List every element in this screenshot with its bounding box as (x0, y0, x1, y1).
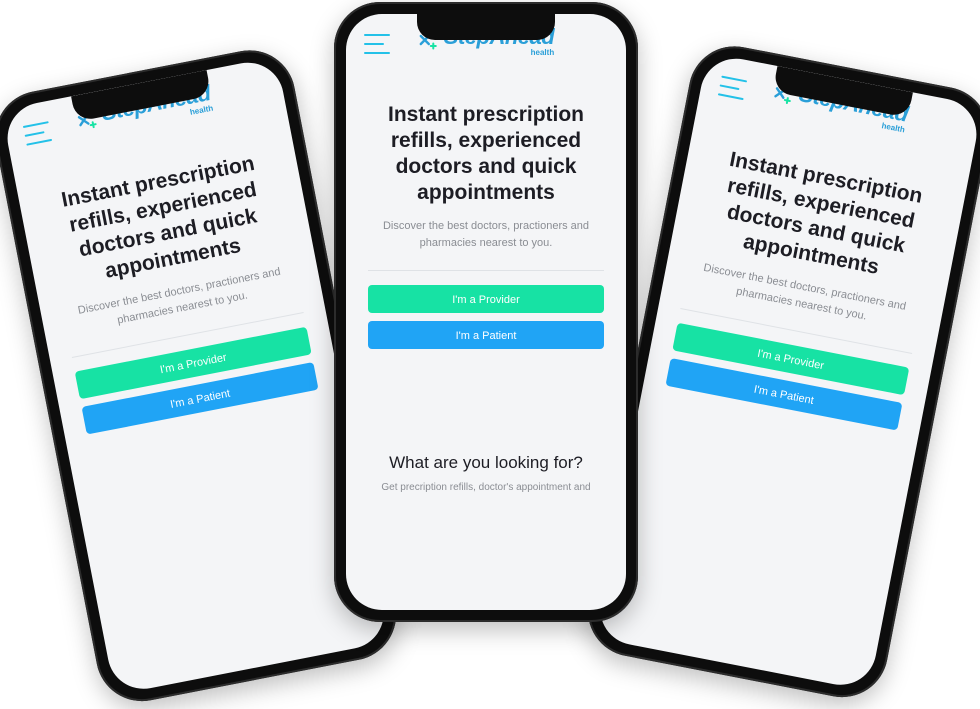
hero-section: Instant prescription refills, experience… (18, 143, 340, 439)
phone-screen: StepAhead health Instant prescription re… (594, 52, 980, 691)
app-header: StepAhead health (697, 52, 980, 160)
provider-button[interactable]: I'm a Provider (368, 285, 604, 313)
hero-section: Instant prescription refills, experience… (346, 102, 626, 495)
menu-icon[interactable] (22, 121, 53, 146)
divider (368, 270, 604, 271)
hero-subtitle: Discover the best doctors, practioners a… (382, 220, 590, 249)
patient-button[interactable]: I'm a Patient (368, 321, 604, 349)
hero-section: Instant prescription refills, experience… (644, 139, 966, 435)
looking-for-text: Get precription refills, doctor's appoin… (381, 482, 591, 493)
phone-right: StepAhead health Instant prescription re… (579, 38, 980, 706)
brand-sub: health (189, 103, 214, 117)
hero-title: Instant prescription refills, experience… (387, 103, 585, 204)
brand-sub: health (530, 48, 555, 57)
phone-screen: StepAhead health Instant prescription re… (1, 56, 390, 695)
phone-screen: StepAhead health Instant prescription re… (346, 14, 626, 610)
phone-center: StepAhead health Instant prescription re… (334, 2, 638, 622)
phone-notch (417, 14, 555, 40)
menu-icon[interactable] (364, 34, 390, 54)
app-header: StepAhead health (1, 56, 287, 164)
menu-icon[interactable] (717, 75, 748, 101)
looking-for-title: What are you looking for? (389, 453, 583, 472)
brand-sub: health (880, 121, 906, 135)
